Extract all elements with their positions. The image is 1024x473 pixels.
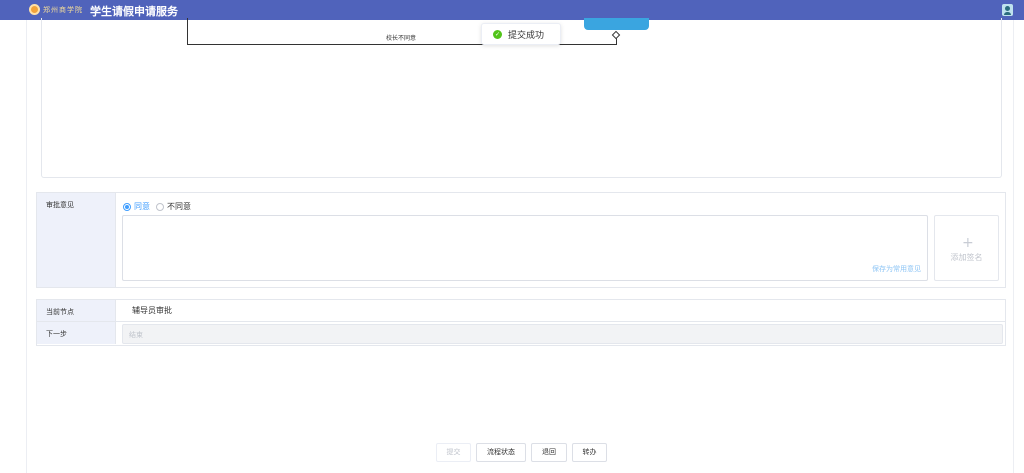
next-step-label: 下一步 xyxy=(46,330,67,338)
user-avatar-icon[interactable] xyxy=(1002,4,1013,16)
radio-disagree[interactable] xyxy=(156,202,164,211)
add-signature-button[interactable]: + 添加签名 xyxy=(934,215,999,281)
toast-message: 提交成功 xyxy=(508,30,545,41)
current-node-label-cell: 当前节点 xyxy=(37,300,116,321)
approval-opinion-section: 审批意见 同意 不同意 保存为常用意见 + 添加签名 xyxy=(36,192,1006,288)
next-step-row: 下一步 结束 xyxy=(37,322,1005,344)
app-title: 学生请假申请服务 xyxy=(90,5,178,18)
submit-button[interactable]: 提交 xyxy=(436,443,471,462)
current-node-label: 当前节点 xyxy=(46,308,74,316)
next-step-label-cell: 下一步 xyxy=(37,322,116,344)
return-button[interactable]: 退回 xyxy=(531,443,567,462)
flow-edge-label: 校长不同意 xyxy=(386,35,417,42)
radio-agree-label[interactable]: 同意 xyxy=(134,201,150,212)
current-node-row: 当前节点 辅导员审批 xyxy=(37,300,1005,322)
opinion-label: 审批意见 xyxy=(46,201,74,209)
gateway-diamond-icon xyxy=(611,30,621,40)
top-bar: 郑州商学院 学生请假申请服务 xyxy=(0,0,1024,20)
left-divider xyxy=(26,20,27,473)
next-step-select: 结束 xyxy=(122,324,1003,344)
radio-disagree-label[interactable]: 不同意 xyxy=(167,201,191,212)
flow-node xyxy=(584,18,649,30)
school-logo-icon xyxy=(29,4,40,15)
right-divider xyxy=(1013,20,1014,473)
opinion-radio-group: 同意 不同意 xyxy=(123,201,197,212)
next-step-value: 结束 xyxy=(129,331,143,339)
opinion-textarea[interactable]: 保存为常用意见 xyxy=(122,215,928,281)
current-node-value: 辅导员审批 xyxy=(132,306,172,315)
action-bar: 提交 流程状态 退回 转办 xyxy=(0,443,1024,463)
check-circle-icon: ✓ xyxy=(493,29,502,39)
add-signature-label: 添加签名 xyxy=(950,253,983,262)
opinion-label-cell: 审批意见 xyxy=(37,193,116,287)
plus-icon: + xyxy=(962,235,974,251)
save-common-opinion-link[interactable]: 保存为常用意见 xyxy=(872,264,921,274)
flow-status-button[interactable]: 流程状态 xyxy=(476,443,526,462)
flow-connector xyxy=(187,18,188,45)
transfer-button[interactable]: 转办 xyxy=(572,443,607,462)
success-toast: ✓ 提交成功 xyxy=(481,23,561,45)
node-info-table: 当前节点 辅导员审批 下一步 结束 xyxy=(36,299,1006,346)
school-name: 郑州商学院 xyxy=(43,6,83,14)
radio-agree[interactable] xyxy=(123,202,131,211)
